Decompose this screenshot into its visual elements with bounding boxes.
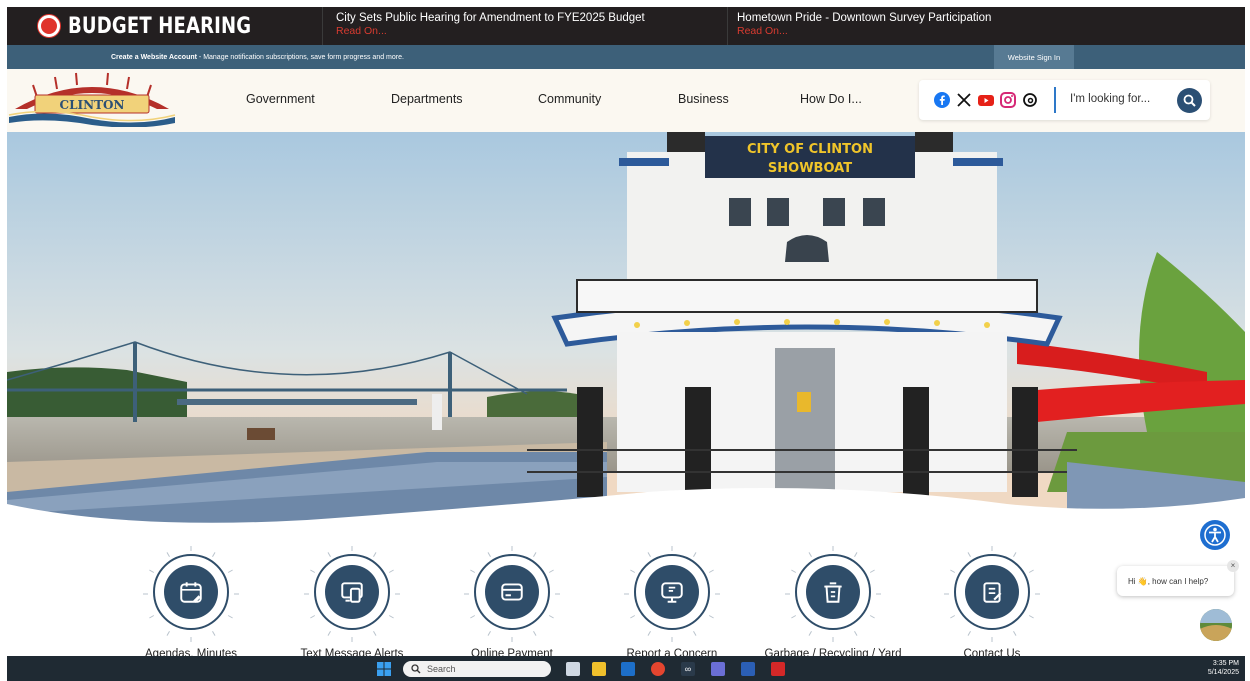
page: BUDGET HEARING City Sets Public Hearing …: [0, 0, 1250, 681]
quick-link-report-concern[interactable]: Report a Concern: [622, 540, 722, 660]
quick-link-ring[interactable]: [474, 554, 550, 630]
facebook-icon[interactable]: [934, 92, 950, 108]
quick-link-icon-circle: [645, 565, 699, 619]
account-description: - Manage notification subscriptions, sav…: [196, 53, 404, 61]
chat-close-button[interactable]: ×: [1227, 560, 1239, 572]
read-on-link[interactable]: Read On...: [336, 25, 727, 38]
alert-title: BUDGET HEARING: [67, 13, 252, 39]
chat-monitor-icon: [661, 582, 683, 603]
quick-link-ring[interactable]: [795, 554, 871, 630]
divider: [1054, 87, 1056, 113]
website-sign-in-button[interactable]: Website Sign In: [994, 45, 1074, 69]
nav-how-do-i[interactable]: How Do I...: [800, 92, 862, 106]
notebook-icon: [983, 582, 1002, 603]
quick-link-garbage[interactable]: Garbage / Recycling / Yard: [765, 540, 902, 660]
chrome-icon[interactable]: [651, 662, 665, 676]
nav-departments[interactable]: Departments: [391, 92, 463, 106]
alert-news-item[interactable]: Hometown Pride - Downtown Survey Partici…: [727, 7, 1245, 45]
calendar-edit-icon: [180, 582, 202, 603]
teams-icon[interactable]: [711, 662, 725, 676]
quick-link-ring[interactable]: [634, 554, 710, 630]
account-message: Create a Website Account - Manage notifi…: [7, 54, 404, 61]
threads-icon[interactable]: [1022, 92, 1038, 108]
search-button[interactable]: [1177, 88, 1202, 113]
meta-icon[interactable]: ∞: [681, 662, 695, 676]
chat-avatar[interactable]: [1200, 609, 1232, 641]
taskbar-search-label: Search: [427, 664, 456, 674]
task-view-icon[interactable]: [566, 662, 580, 676]
showboat-sign-line1: CITY OF CLINTON: [747, 142, 873, 157]
chat-greeting: Hi 👋, how can I help?: [1128, 576, 1209, 586]
search-input[interactable]: I'm looking for...: [1070, 93, 1150, 105]
word-icon[interactable]: [741, 662, 755, 676]
quick-link-icon-circle: [806, 565, 860, 619]
quick-link-icon-circle: [485, 565, 539, 619]
youtube-icon[interactable]: [978, 92, 994, 108]
credit-card-icon: [501, 583, 523, 601]
clinton-logo[interactable]: CLINTON: [7, 71, 177, 128]
windows-taskbar: Search ∞ 3:35 PM 5/14/2025: [7, 656, 1245, 681]
nav-community[interactable]: Community: [538, 92, 601, 106]
file-explorer-icon[interactable]: [592, 662, 606, 676]
nav-government[interactable]: Government: [246, 92, 315, 106]
hero-image: CITY OF CLINTON SHOWBOAT: [7, 132, 1245, 532]
alert-news-item[interactable]: City Sets Public Hearing for Amendment t…: [322, 7, 727, 45]
chat-bubble[interactable]: Hi 👋, how can I help? ×: [1117, 560, 1239, 596]
budget-hearing-badge[interactable]: BUDGET HEARING: [7, 7, 322, 45]
instagram-icon[interactable]: [1000, 92, 1016, 108]
quick-link-ring[interactable]: [153, 554, 229, 630]
news-title[interactable]: Hometown Pride - Downtown Survey Partici…: [737, 11, 1245, 25]
quick-link-online-payment[interactable]: Online Payment: [462, 540, 562, 660]
quick-link-ring[interactable]: [954, 554, 1030, 630]
taskbar-clock[interactable]: 3:35 PM 5/14/2025: [1208, 659, 1239, 677]
quick-links: Agendas, Minutes Text Message Alerts Onl…: [0, 540, 1250, 660]
social-search-box: I'm looking for...: [919, 80, 1210, 120]
taskbar-search[interactable]: Search: [403, 661, 551, 677]
quick-link-icon-circle: [965, 565, 1019, 619]
x-icon[interactable]: [956, 92, 972, 108]
site-header: CLINTON Government Departments Community…: [7, 69, 1245, 132]
create-account-link[interactable]: Create a Website Account: [111, 54, 197, 61]
clock-date: 5/14/2025: [1207, 669, 1239, 676]
acrobat-icon[interactable]: [771, 662, 785, 676]
accessibility-icon: [1204, 524, 1226, 546]
quick-link-icon-circle: [325, 565, 379, 619]
clock-time: 3:35 PM: [1212, 660, 1239, 667]
quick-link-icon-circle: [164, 565, 218, 619]
alert-dot-icon: [37, 15, 60, 37]
outlook-icon[interactable]: [621, 662, 635, 676]
news-title[interactable]: City Sets Public Hearing for Amendment t…: [336, 11, 727, 25]
search-icon: [1183, 94, 1196, 107]
accessibility-button[interactable]: [1200, 520, 1230, 550]
account-bar: Create a Website Account - Manage notifi…: [7, 45, 1245, 69]
read-on-link[interactable]: Read On...: [737, 25, 1245, 38]
quick-link-ring[interactable]: [314, 554, 390, 630]
quick-link-contact[interactable]: Contact Us: [942, 540, 1042, 660]
quick-link-text-alerts[interactable]: Text Message Alerts: [301, 540, 403, 660]
quick-link-agendas[interactable]: Agendas, Minutes: [141, 540, 241, 660]
trash-icon: [824, 582, 842, 603]
search-icon: [411, 664, 421, 674]
showboat-sign-line2: SHOWBOAT: [768, 161, 852, 176]
svg-text:CLINTON: CLINTON: [60, 98, 125, 112]
windows-start-icon[interactable]: [377, 662, 391, 676]
nav-business[interactable]: Business: [678, 92, 729, 106]
phone-message-icon: [341, 582, 363, 603]
alert-bar: BUDGET HEARING City Sets Public Hearing …: [7, 7, 1245, 45]
